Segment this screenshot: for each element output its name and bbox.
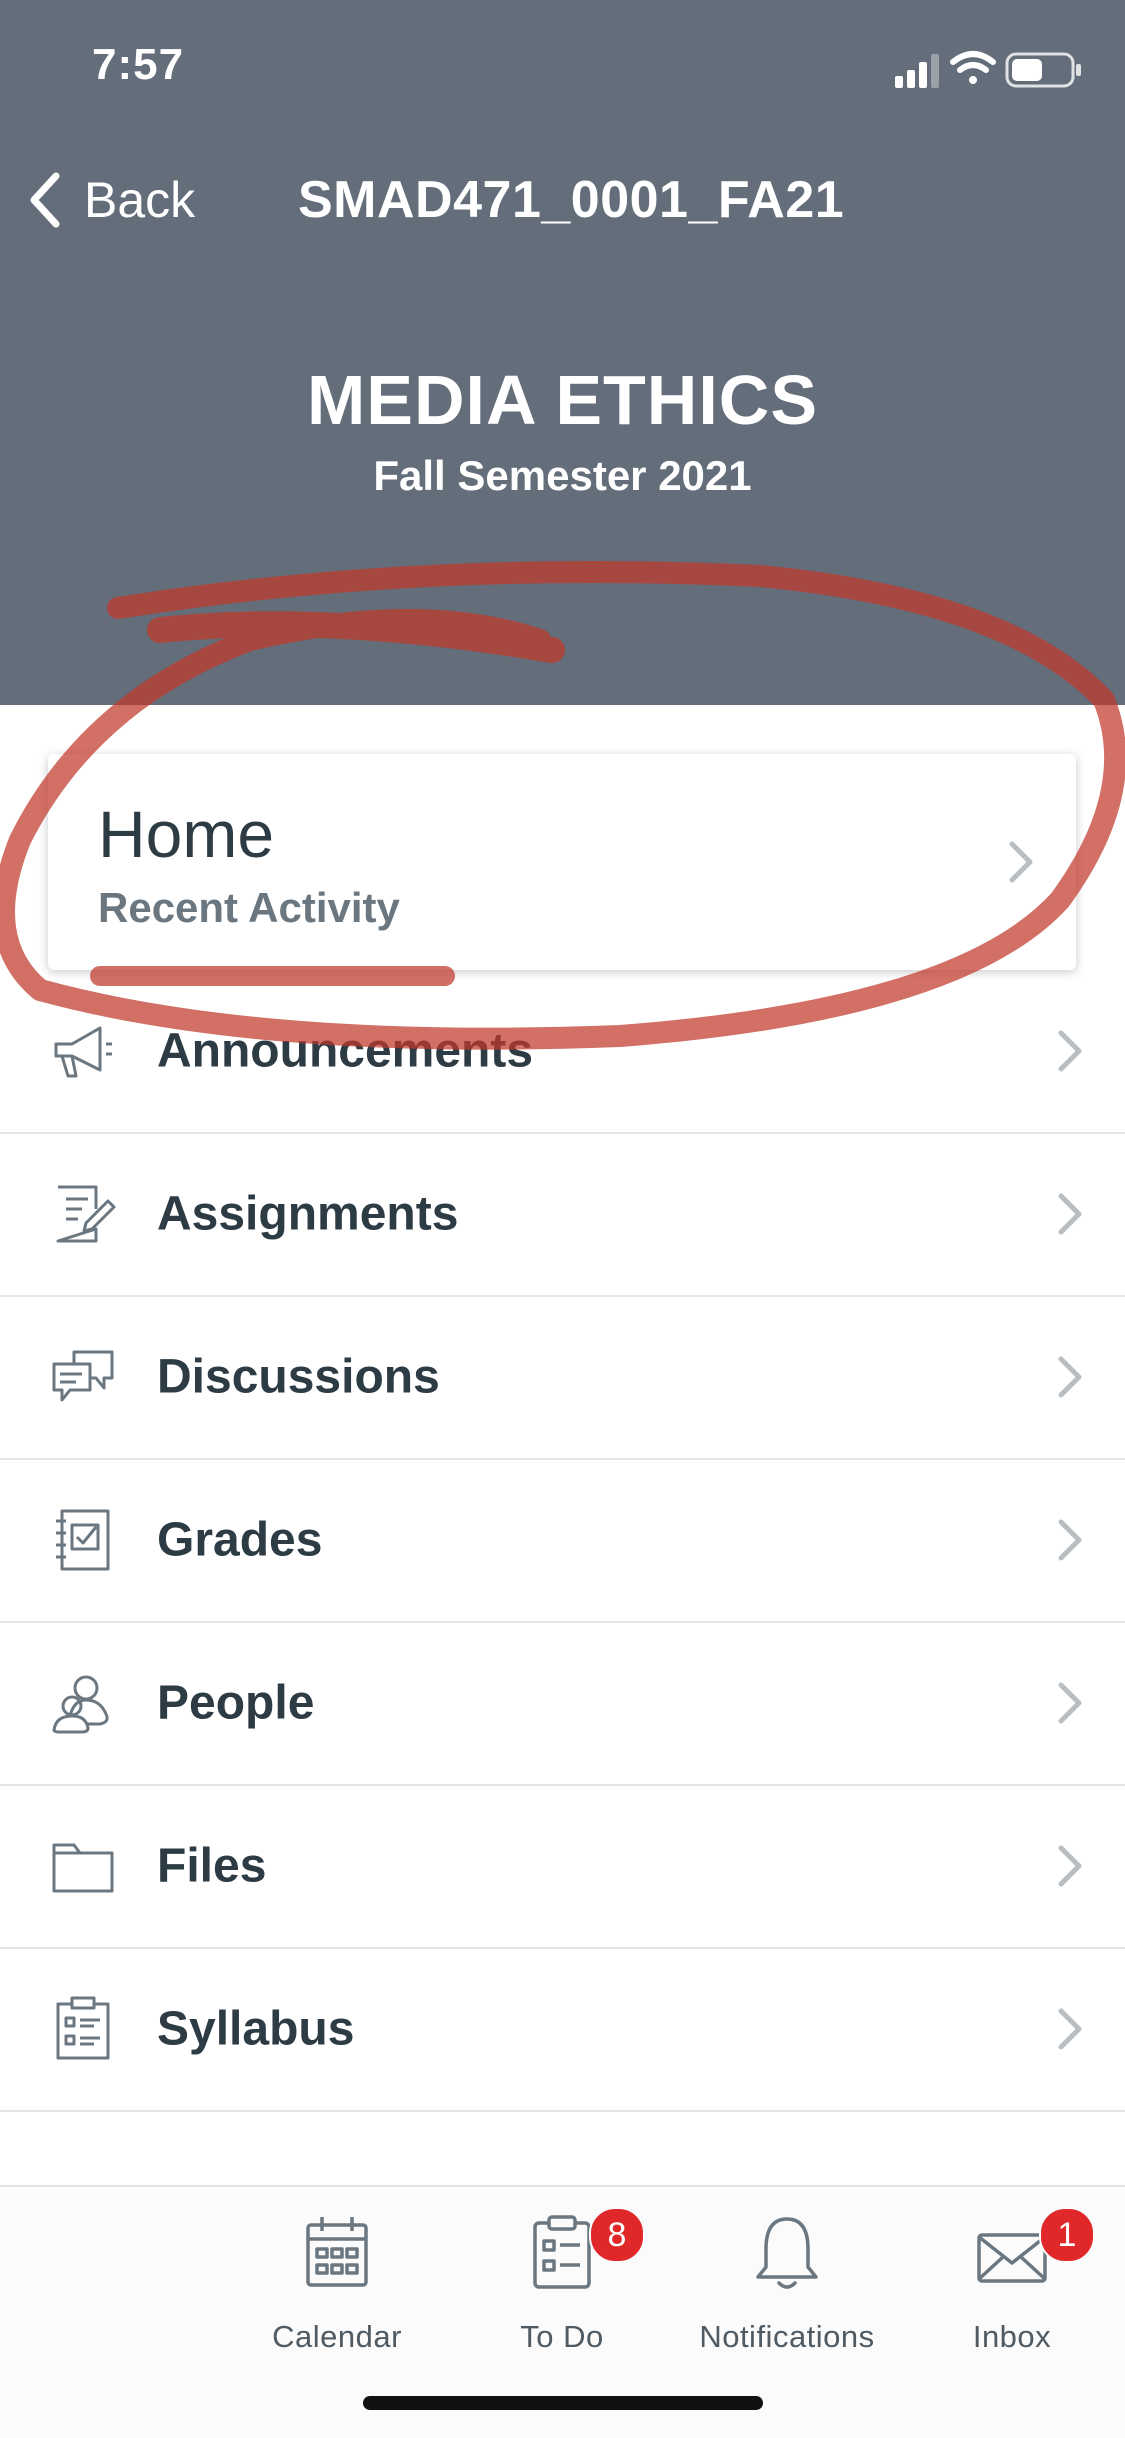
inbox-badge: 1 bbox=[1039, 2207, 1095, 2263]
megaphone-icon bbox=[54, 1026, 112, 1078]
cellular-signal-icon bbox=[895, 54, 939, 88]
syllabus-icon bbox=[56, 1996, 110, 2060]
menu-item-files[interactable]: Files bbox=[0, 1785, 1125, 1949]
menu-item-assignments[interactable]: Assignments bbox=[0, 1133, 1125, 1297]
calendar-icon bbox=[306, 2217, 368, 2287]
chevron-right-icon bbox=[1058, 1030, 1082, 1072]
todo-badge: 8 bbox=[589, 2207, 645, 2263]
chevron-right-icon bbox=[1058, 1356, 1082, 1398]
wifi-icon bbox=[950, 51, 996, 84]
menu-label-discussions: Discussions bbox=[157, 1350, 440, 1404]
bell-icon bbox=[756, 2217, 818, 2289]
people-icon bbox=[52, 1675, 109, 1734]
course-code: SMAD471_0001_FA21 bbox=[298, 171, 845, 229]
chevron-right-icon bbox=[1058, 1519, 1082, 1561]
navigation-bar: Back SMAD471_0001_FA21 bbox=[0, 150, 1125, 250]
menu-item-discussions[interactable]: Discussions bbox=[0, 1296, 1125, 1460]
menu-item-syllabus[interactable]: Syllabus bbox=[0, 1948, 1125, 2112]
gradebook-icon bbox=[56, 1509, 110, 1571]
tab-label-inbox: Inbox bbox=[972, 2319, 1052, 2354]
folder-icon bbox=[52, 1843, 114, 1893]
back-button[interactable]: Back bbox=[26, 162, 195, 238]
menu-label-people: People bbox=[157, 1676, 315, 1730]
menu-label-files: Files bbox=[157, 1839, 267, 1893]
tab-notifications[interactable]: Notifications bbox=[682, 2213, 892, 2363]
chevron-right-icon bbox=[1058, 1193, 1082, 1235]
menu-label-announcements: Announcements bbox=[157, 1024, 534, 1078]
status-bar: 7:57 bbox=[0, 0, 1125, 135]
course-term: Fall Semester 2021 bbox=[373, 452, 752, 499]
chevron-left-icon bbox=[30, 172, 60, 228]
tab-label-notifications: Notifications bbox=[699, 2319, 875, 2354]
course-title: MEDIA ETHICS bbox=[306, 361, 819, 439]
course-header: 7:57 Back SMAD471_0001_FA21 MEDIA ETHICS… bbox=[0, 0, 1125, 705]
chevron-right-icon bbox=[1058, 1845, 1082, 1887]
tab-todo[interactable]: 8 To Do bbox=[457, 2207, 667, 2363]
todo-icon bbox=[533, 2215, 591, 2289]
tab-calendar[interactable]: Calendar bbox=[232, 2213, 442, 2363]
battery-icon bbox=[1005, 52, 1081, 88]
home-card[interactable]: Home Recent Activity bbox=[48, 754, 1076, 970]
assignment-icon bbox=[56, 1185, 116, 1243]
chevron-right-icon bbox=[1009, 841, 1033, 883]
chevron-right-icon bbox=[1058, 2008, 1082, 2050]
menu-item-grades[interactable]: Grades bbox=[0, 1459, 1125, 1623]
status-icons bbox=[895, 48, 1085, 92]
mail-icon bbox=[977, 2233, 1047, 2283]
tab-inbox[interactable]: 1 Inbox bbox=[907, 2207, 1117, 2363]
menu-item-announcements[interactable]: Announcements bbox=[0, 970, 1125, 1134]
chevron-right-icon bbox=[1058, 1682, 1082, 1724]
home-indicator bbox=[363, 2396, 763, 2410]
status-time: 7:57 bbox=[92, 40, 185, 89]
home-title: Home bbox=[98, 797, 275, 871]
tab-label-todo: To Do bbox=[520, 2319, 604, 2354]
menu-label-assignments: Assignments bbox=[157, 1187, 459, 1241]
menu-label-syllabus: Syllabus bbox=[157, 2002, 355, 2056]
discussion-icon bbox=[52, 1350, 114, 1402]
tab-label-calendar: Calendar bbox=[272, 2319, 402, 2354]
menu-item-people[interactable]: People bbox=[0, 1622, 1125, 1786]
menu-label-grades: Grades bbox=[157, 1513, 323, 1567]
back-label: Back bbox=[84, 172, 196, 228]
home-subtitle: Recent Activity bbox=[98, 884, 400, 931]
